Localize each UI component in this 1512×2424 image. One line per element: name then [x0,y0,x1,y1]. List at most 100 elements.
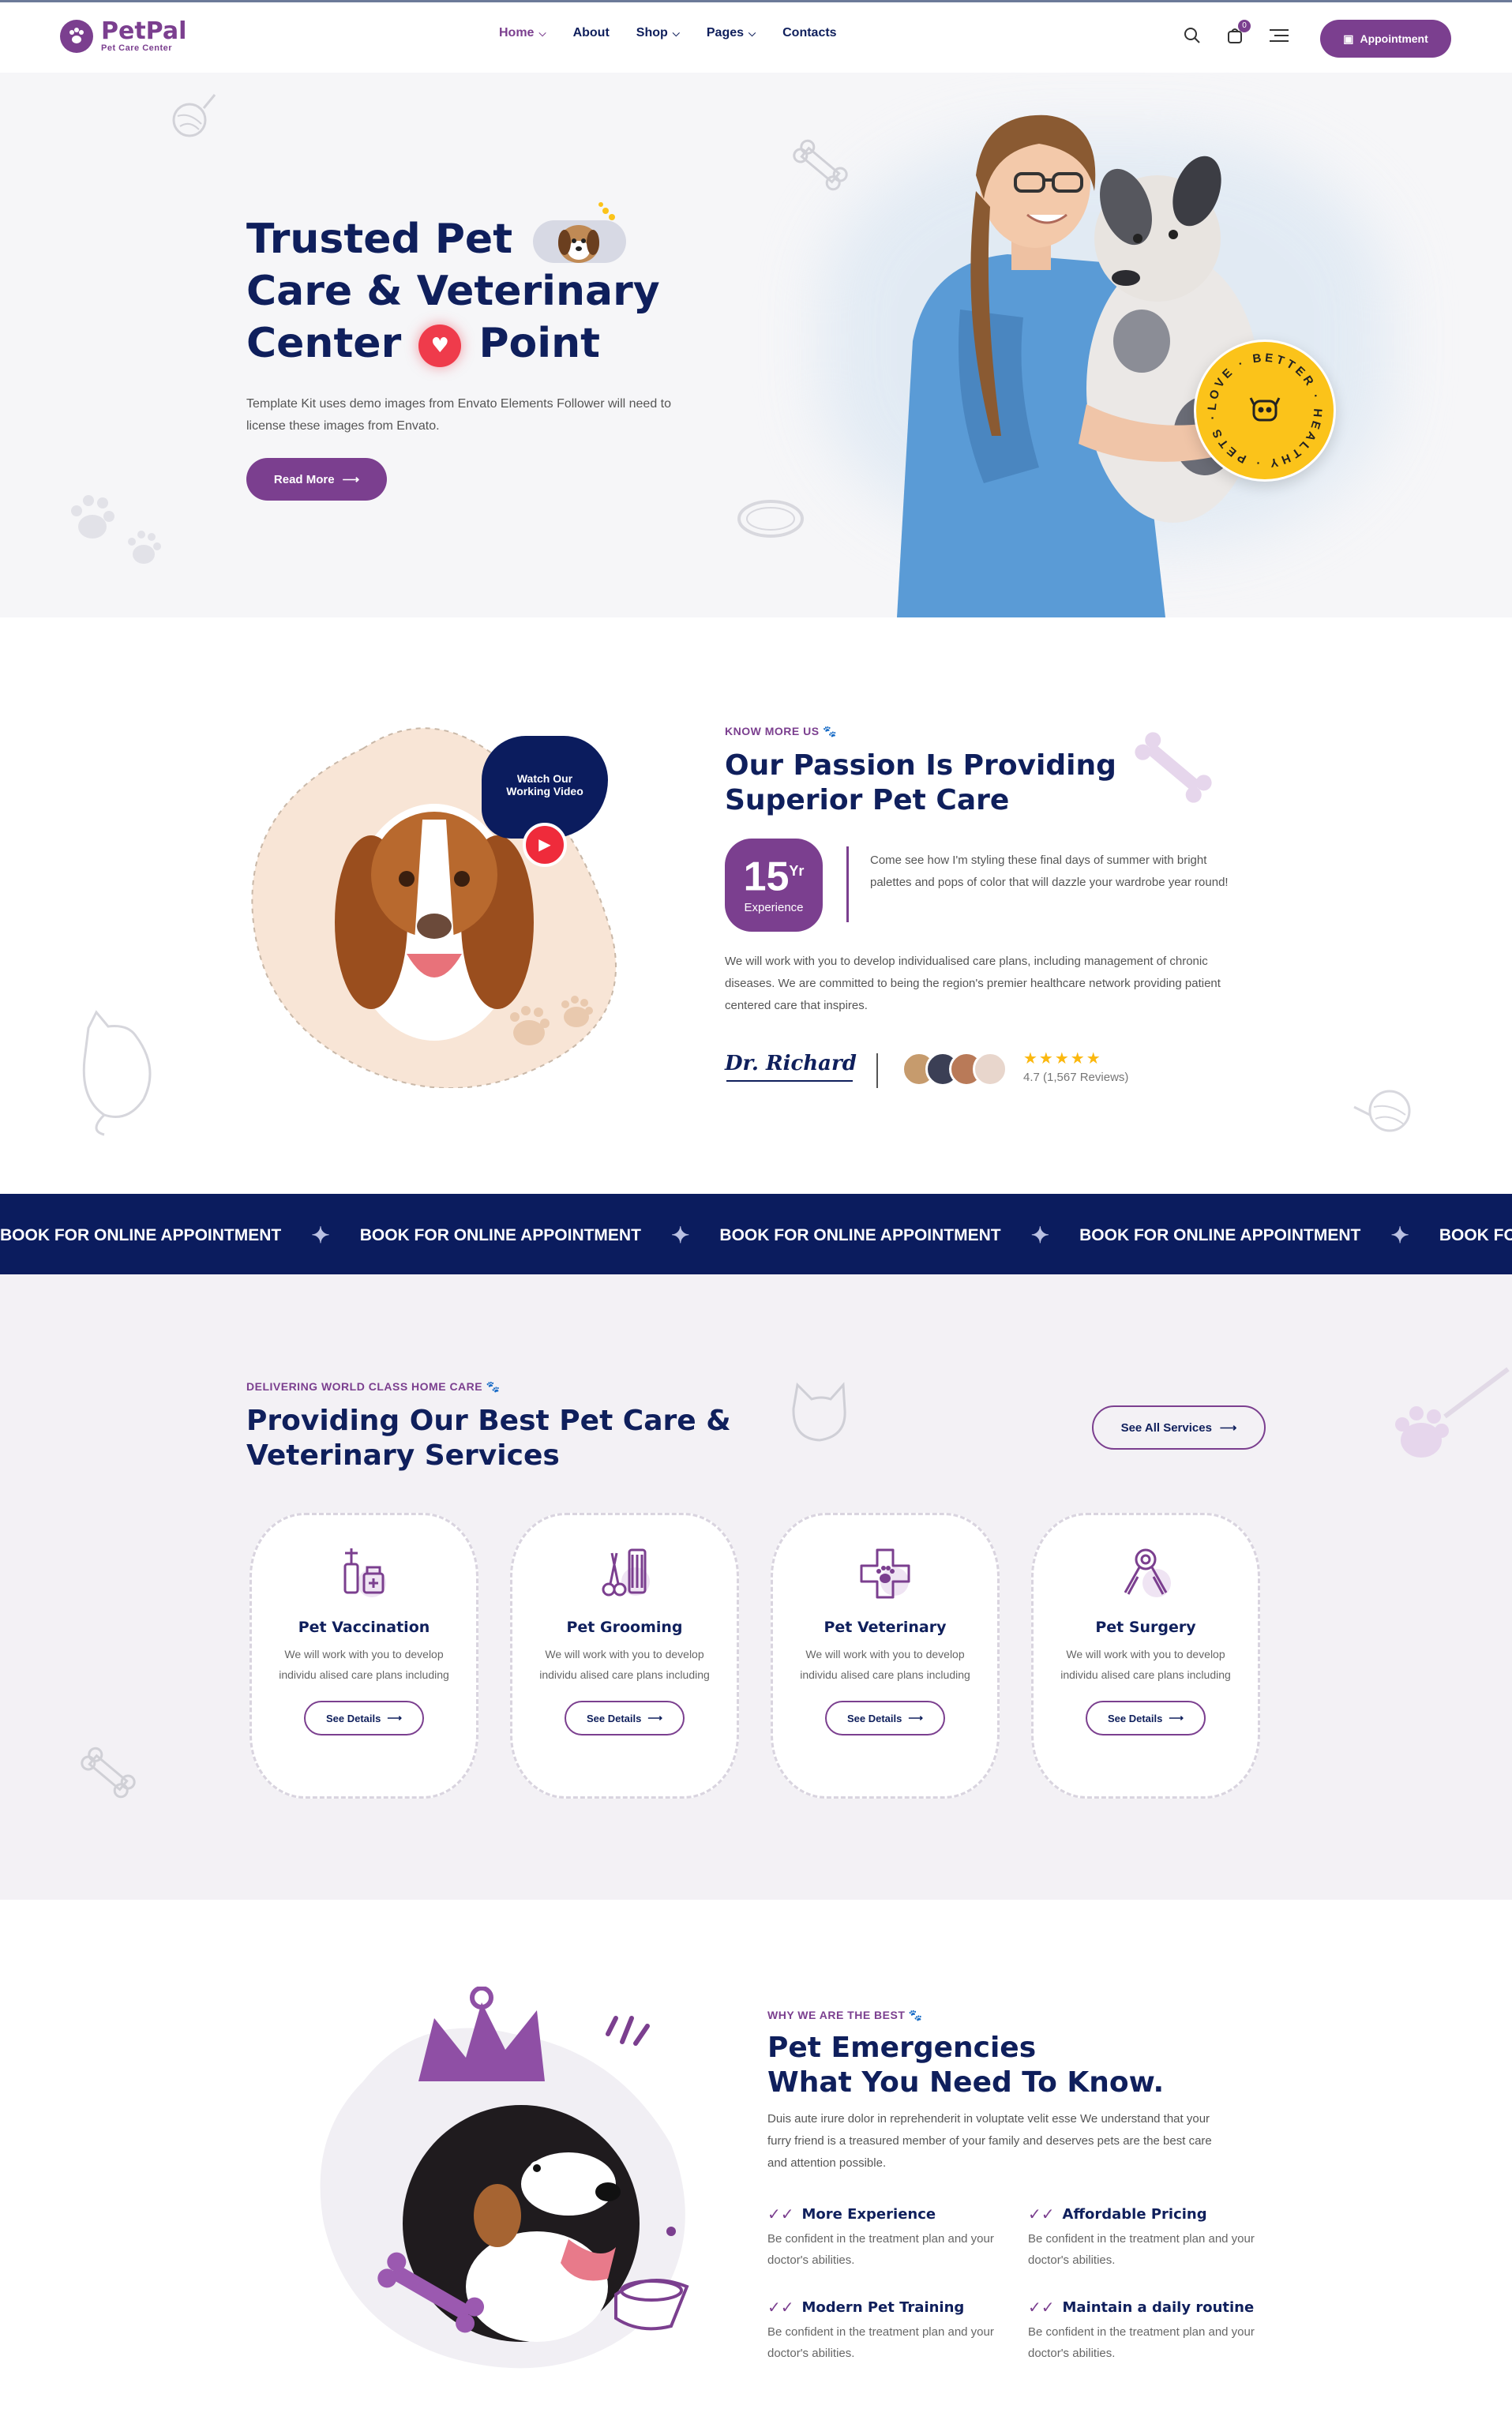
avatar [973,1052,1007,1086]
feature-text: Be confident in the treatment plan and y… [1028,2325,1255,2360]
see-details-button[interactable]: See Details ⟶ [1085,1701,1206,1735]
see-details-button[interactable]: See Details ⟶ [824,1701,945,1735]
doctor-signature: Dr. Richard [725,1052,857,1075]
services-eyebrow-text: DELIVERING WORLD CLASS HOME CARE [246,1380,483,1393]
service-title: Pet Vaccination [298,1619,430,1636]
nav-contacts[interactable]: Contacts [782,26,836,40]
read-more-label: Read More [273,472,335,486]
signature-underline [726,1080,853,1082]
cart-icon[interactable]: 0 [1225,20,1251,50]
sparkle-icon: ✦ [1030,1223,1050,1248]
nav-about[interactable]: About [573,26,610,40]
feature-title: More Experience [801,2205,936,2223]
nav-contacts-label: Contacts [782,26,837,39]
nav-home[interactable]: Home ⌵ [499,26,546,40]
chevron-down-icon: ⌵ [748,28,756,39]
experience-label: Experience [744,901,804,915]
feature-title: Modern Pet Training [801,2298,965,2316]
service-text: We will work with you to develop individ… [1060,1648,1231,1681]
why-title-line2: What You Need To Know. [767,2066,1165,2099]
rating-stars: ★★★★★ [1023,1050,1102,1068]
about-intro: Come see how I'm styling these final day… [870,854,1229,889]
search-icon[interactable] [1183,26,1202,50]
about-eyebrow: KNOW MORE US 🐾 [725,725,837,738]
hero-description: Template Kit uses demo images from Envat… [246,397,672,433]
badge-circular-text: LOVE · BETTER · HEALTHY · PETS · [1206,351,1322,471]
cat-outline-icon [82,1010,152,1136]
veterinary-icon [860,1548,910,1599]
why-eyebrow-text: WHY WE ARE THE BEST [767,2009,906,2021]
paw-small-icon: 🐾 [486,1380,501,1393]
read-more-button[interactable]: Read More ⟶ [246,458,387,501]
arrow-right-icon: ⟶ [1169,1712,1184,1724]
nav-shop-label: Shop [636,26,668,39]
heart-icon: ♥ [418,325,462,367]
service-title: Pet Veterinary [824,1619,947,1636]
play-icon[interactable]: ▶ [523,823,567,867]
logo[interactable]: PetPal Pet Care Center [60,20,186,53]
services-section: DELIVERING WORLD CLASS HOME CARE 🐾 Provi… [0,1274,1512,1900]
about-eyebrow-text: KNOW MORE US [725,725,820,737]
see-details-label: See Details [846,1712,902,1724]
crowned-dog-image [320,1987,689,2369]
arrow-right-icon: ⟶ [1219,1421,1237,1435]
service-title: Pet Grooming [566,1619,683,1636]
yarn-ball-icon [1353,1090,1411,1132]
feature-text: Be confident in the treatment plan and y… [1028,2232,1255,2267]
chevron-down-icon: ⌵ [538,28,546,39]
feature-modern-training: ✓✓ Modern Pet Training Be confident in th… [767,2298,996,2364]
service-card-veterinary: Pet Veterinary We will work with you to … [771,1513,1000,1799]
paw-small-icon: 🐾 [908,2009,923,2021]
svg-text:LOVE · BETTER · HEALTHY · PETS: LOVE · BETTER · HEALTHY · PETS · [1206,351,1325,471]
about-title-line1: Our Passion Is Providing [725,749,1116,782]
nav-home-label: Home [499,26,535,39]
hero-title: Trusted Pet Care & Veterinary Center ♥ P… [246,202,688,370]
divider-line [846,846,849,922]
dog-face-icon [1249,397,1281,422]
arrow-right-icon: ⟶ [647,1712,662,1724]
service-text: We will work with you to develop individ… [279,1648,449,1681]
bone-icon [793,139,848,191]
paw-logo-icon [60,20,93,53]
paw-small-icon: 🐾 [822,725,837,737]
why-title: Pet Emergencies What You Need To Know. [767,2031,1164,2100]
see-details-button[interactable]: See Details ⟶ [564,1701,685,1735]
services-eyebrow: DELIVERING WORLD CLASS HOME CARE 🐾 [246,1380,500,1394]
menu-icon[interactable] [1268,28,1290,48]
feature-daily-routine: ✓✓ Maintain a daily routine Be confident … [1028,2298,1257,2364]
appointment-button[interactable]: ▣ Appointment [1320,20,1451,58]
feature-title: Maintain a daily routine [1062,2298,1255,2316]
feature-affordable-pricing: ✓✓ Affordable Pricing Be confident in the… [1028,2204,1257,2271]
why-eyebrow: WHY WE ARE THE BEST 🐾 [767,2009,923,2022]
why-section: WHY WE ARE THE BEST 🐾 Pet Emergencies Wh… [0,1900,1512,2424]
calendar-icon: ▣ [1343,32,1354,45]
see-all-services-button[interactable]: See All Services ⟶ [1092,1405,1266,1450]
pet-collar-icon [737,500,804,538]
rating-text: 4.7 (1,567 Reviews) [1023,1071,1129,1084]
love-better-healthy-badge: LOVE · BETTER · HEALTHY · PETS · [1194,340,1336,482]
cat-face-icon [792,1382,846,1442]
see-details-button[interactable]: See Details ⟶ [303,1701,424,1735]
hero-title-line2: Care & Veterinary [246,268,660,315]
hero-section: Trusted Pet Care & Veterinary Center ♥ P… [0,73,1512,617]
nav-shop[interactable]: Shop ⌵ [636,26,680,40]
sparkle-icon: ✦ [670,1223,690,1248]
cart-count-badge: 0 [1238,20,1251,32]
marquee-item: BOOK FOR ONLINE APPOINTMENT [719,1225,1001,1244]
service-card-grooming: Pet Grooming We will work with you to de… [510,1513,739,1799]
appointment-marquee[interactable]: BOOK FOR ONLINE APPOINTMENT ✦ BOOK FOR ON… [0,1194,1512,1274]
nav-pages[interactable]: Pages ⌵ [707,26,756,40]
surgery-icon [1124,1548,1171,1597]
bone-icon [81,1747,136,1799]
experience-badge: 15Yr Experience [725,839,823,932]
vaccine-icon [343,1548,386,1597]
arrow-right-icon: ⟶ [342,473,360,486]
feature-title: Affordable Pricing [1062,2205,1207,2223]
service-text: We will work with you to develop individ… [539,1648,710,1681]
about-title-line2: Superior Pet Care [725,784,1010,816]
about-section: Watch Our Working Video ▶ KNOW MORE US 🐾… [0,617,1512,1194]
logo-name: PetPal [101,17,187,45]
service-card-vaccination: Pet Vaccination We will work with you to… [249,1513,478,1799]
chevron-down-icon: ⌵ [672,28,680,39]
hero-title-line3b: Point [478,320,600,367]
